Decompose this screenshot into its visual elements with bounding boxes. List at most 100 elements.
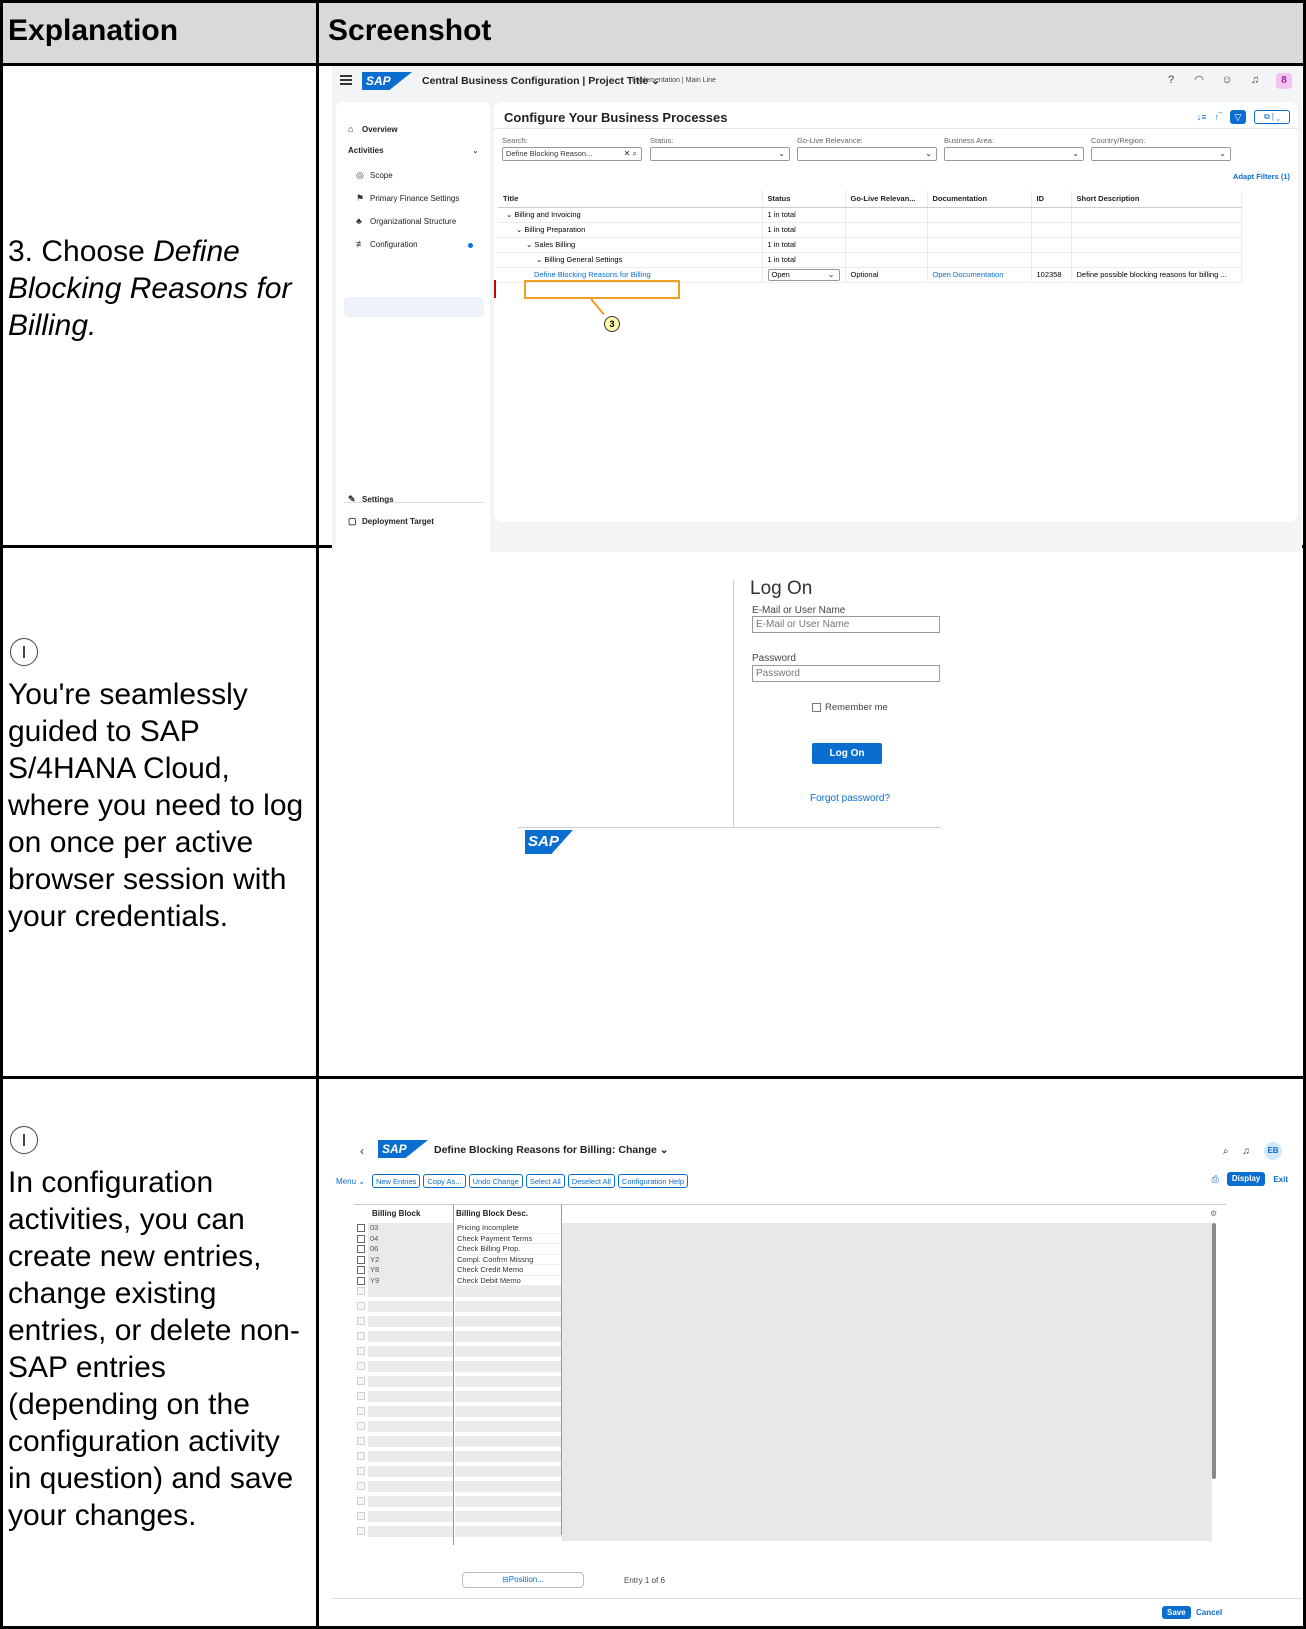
row-checkbox[interactable] — [357, 1276, 365, 1285]
column-header-short-description[interactable]: Short Description — [1071, 190, 1242, 208]
exit-button[interactable]: Exit — [1273, 1175, 1288, 1184]
tree-node[interactable]: ⌄ Billing Preparation — [498, 222, 763, 238]
tree-node[interactable]: ⌄ Billing and Invoicing — [498, 207, 763, 223]
forgot-password-link[interactable]: Forgot password? — [810, 793, 890, 804]
billing-block-desc[interactable]: Compl. Confrm Missng — [455, 1254, 562, 1265]
display-button[interactable]: Display — [1226, 1172, 1266, 1186]
column-header-title[interactable]: Title — [498, 190, 763, 208]
adapt-filters-link[interactable]: Adapt Filters (1) — [1233, 172, 1290, 181]
help-icon[interactable]: ? — [1164, 73, 1178, 87]
table-row[interactable]: Y9 Check Debit Memo — [354, 1275, 1214, 1286]
menu-button[interactable]: Menu ⌄ — [336, 1177, 365, 1186]
table-row[interactable]: ⌄ Billing Preparation 1 in total — [498, 222, 1242, 238]
filter-icon[interactable]: ▽ — [1230, 110, 1246, 124]
project-subtitle: Implementation | Main Line — [632, 77, 716, 84]
billing-block-desc[interactable]: Check Debit Memo — [455, 1275, 562, 1286]
logon-button[interactable]: Log On — [812, 743, 882, 764]
settings-icon[interactable]: ⚙ — [1210, 1209, 1217, 1218]
back-icon[interactable]: ‹ — [360, 1144, 364, 1158]
status-cell[interactable]: Open ⌄ — [762, 267, 846, 283]
search-input[interactable]: Define Blocking Reason... ✕ ⌕ — [502, 147, 642, 161]
deselect-all-button[interactable]: Deselect All — [567, 1174, 615, 1188]
table-row[interactable]: ⌄ Sales Billing 1 in total — [498, 237, 1242, 253]
save-button[interactable]: Save — [1162, 1606, 1191, 1619]
column-header-billing-block[interactable]: Billing Block — [372, 1209, 420, 1218]
row-checkbox — [357, 1377, 365, 1385]
user-input[interactable]: E-Mail or User Name — [752, 616, 940, 633]
open-documentation-link[interactable]: Open Documentation — [933, 270, 1004, 279]
empty-cell — [455, 1436, 562, 1447]
tree-node[interactable]: ⌄ Billing General Settings — [498, 252, 763, 268]
billing-block-desc[interactable]: Check Billing Prop. — [455, 1244, 562, 1255]
nav-item-overview[interactable]: ⌂ Overview — [348, 124, 398, 134]
app-title[interactable]: Define Blocking Reasons for Billing: Cha… — [434, 1144, 669, 1156]
row-checkbox[interactable] — [357, 1255, 365, 1264]
table-row[interactable]: ⌄ Billing General Settings 1 in total — [498, 252, 1242, 268]
sort-ascending-icon[interactable]: ↓≡ — [1197, 112, 1207, 122]
chevron-down-icon[interactable]: ⌄ — [472, 146, 479, 155]
menu-icon[interactable] — [340, 75, 352, 85]
table-row[interactable]: ⌄ Billing and Invoicing 1 in total — [498, 207, 1242, 223]
remember-me-checkbox[interactable] — [812, 703, 821, 712]
user-avatar[interactable]: 8 — [1276, 73, 1292, 89]
support-icon[interactable]: ◠ — [1192, 73, 1206, 87]
select-all-button[interactable]: Select All — [525, 1174, 565, 1188]
table-row[interactable]: Y2 Compl. Confrm Missng — [354, 1254, 1214, 1265]
golive-select[interactable]: ⌄ — [797, 147, 937, 161]
cbc-screenshot: SAP Central Business Configuration | Pro… — [332, 66, 1302, 560]
column-divider[interactable] — [453, 1205, 454, 1545]
status-select[interactable]: ⌄ — [650, 147, 790, 161]
tree-node[interactable]: ⌄ Sales Billing — [498, 237, 763, 253]
column-header-documentation[interactable]: Documentation — [927, 190, 1032, 208]
configuration-help-button[interactable]: Configuration Help — [617, 1174, 689, 1188]
billing-block-desc[interactable]: Check Credit Memo — [455, 1265, 562, 1276]
row-checkbox[interactable] — [357, 1234, 365, 1243]
row-checkbox[interactable] — [357, 1224, 365, 1232]
nav-item-activities[interactable]: Activities — [348, 146, 384, 155]
nav-item-primary-finance[interactable]: ⚑ Primary Finance Settings — [356, 193, 459, 204]
feedback-icon[interactable]: ☺ — [1220, 73, 1234, 87]
table-row[interactable]: Y8 Check Credit Memo — [354, 1265, 1214, 1276]
export-menu-button[interactable]: ⧉ | ⌄ — [1254, 110, 1290, 124]
nav-item-scope[interactable]: ◎ Scope — [356, 170, 393, 181]
remember-me-label[interactable]: Remember me — [825, 702, 888, 713]
row-checkbox[interactable] — [357, 1266, 365, 1274]
nav-item-configuration[interactable]: ≢ Configuration — [356, 239, 418, 249]
search-icon[interactable]: ⌕ — [1223, 1146, 1229, 1157]
column-header-golive[interactable]: Go-Live Relevan... — [845, 190, 928, 208]
column-header-billing-block-desc[interactable]: Billing Block Desc. — [456, 1209, 528, 1218]
new-entries-button[interactable]: New Entries — [371, 1174, 421, 1188]
country-select[interactable]: ⌄ — [1091, 147, 1231, 161]
nav-item-settings[interactable]: ✎ Settings — [348, 494, 394, 505]
copy-as-button[interactable]: Copy As... — [423, 1174, 466, 1188]
nav-item-org-structure[interactable]: ♣ Organizational Structure — [356, 216, 456, 226]
sort-descending-icon[interactable]: ↑‾ — [1215, 112, 1223, 122]
app-title[interactable]: Central Business Configuration | Project… — [422, 75, 660, 87]
undo-change-button[interactable]: Undo Change — [468, 1174, 523, 1188]
notification-bell-icon[interactable]: ♫ — [1248, 73, 1262, 87]
cancel-button[interactable]: Cancel — [1196, 1608, 1222, 1617]
user-avatar[interactable]: EB — [1264, 1142, 1282, 1160]
print-icon[interactable]: ⎙ — [1212, 1174, 1219, 1185]
row-checkbox[interactable] — [357, 1245, 365, 1253]
business-area-select[interactable]: ⌄ — [944, 147, 1084, 161]
status-select[interactable]: Open ⌄ — [767, 268, 840, 281]
position-button[interactable]: ⊟Position... — [462, 1572, 584, 1588]
table-row[interactable]: 06 Check Billing Prop. — [354, 1244, 1214, 1255]
column-header-id[interactable]: ID — [1031, 190, 1072, 208]
nav-item-deployment-target[interactable]: ▢ Deployment Target — [348, 516, 434, 527]
documentation-cell[interactable]: Open Documentation — [927, 267, 1032, 283]
table-row[interactable]: 03 Pricing Incomplete — [354, 1223, 1214, 1234]
vertical-scrollbar[interactable] — [1212, 1223, 1216, 1479]
table-row[interactable]: 04 Check Payment Terms — [354, 1233, 1214, 1244]
sap-logo[interactable]: SAP — [378, 1140, 428, 1158]
billing-block-desc[interactable]: Check Payment Terms — [455, 1233, 562, 1244]
notification-bell-icon[interactable]: ♫ — [1243, 1146, 1251, 1157]
billing-block-desc[interactable]: Pricing Incomplete — [455, 1223, 562, 1234]
define-blocking-reasons-link[interactable]: Define Blocking Reasons for Billing — [534, 270, 651, 279]
column-divider[interactable] — [561, 1205, 562, 1535]
password-input[interactable]: Password — [752, 665, 940, 682]
sap-logo[interactable]: SAP — [362, 72, 412, 90]
column-header-status[interactable]: Status — [762, 190, 846, 208]
clear-search-icon[interactable]: ✕ ⌕ — [624, 148, 637, 160]
